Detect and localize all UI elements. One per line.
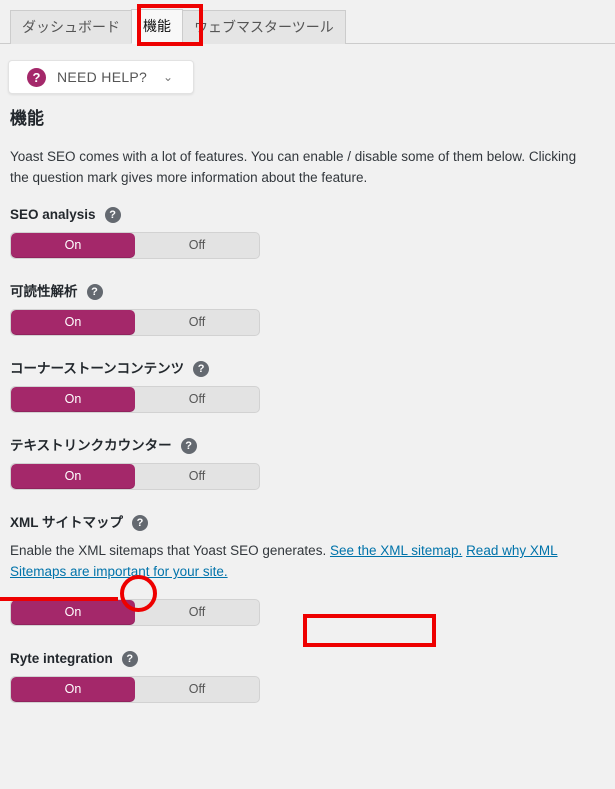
toggle-text-link-counter[interactable]: On Off xyxy=(10,463,260,490)
tab-dashboard[interactable]: ダッシュボード xyxy=(10,10,132,44)
features-page-content: 機能 Yoast SEO comes with a lot of feature… xyxy=(10,108,590,713)
chevron-down-icon: ⌄ xyxy=(162,70,173,84)
toggle-option-off[interactable]: Off xyxy=(135,310,259,335)
feature-cornerstone-content: コーナーストーンコンテンツ ? On Off xyxy=(10,360,590,413)
help-icon[interactable]: ? xyxy=(86,284,103,300)
toggle-xml-sitemaps[interactable]: On Off xyxy=(10,599,260,626)
toggle-option-on[interactable]: On xyxy=(11,600,135,625)
toggle-option-off[interactable]: Off xyxy=(135,600,259,625)
help-icon[interactable]: ? xyxy=(132,515,149,531)
toggle-option-off[interactable]: Off xyxy=(135,677,259,702)
feature-xml-sitemaps: XML サイトマップ ? Enable the XML sitemaps tha… xyxy=(10,514,590,626)
toggle-option-on[interactable]: On xyxy=(11,310,135,335)
feature-label-row: テキストリンクカウンター ? xyxy=(10,437,590,455)
xml-sitemaps-desc-text: Enable the XML sitemaps that Yoast SEO g… xyxy=(10,543,327,558)
feature-seo-analysis: SEO analysis ? On Off xyxy=(10,206,590,259)
toggle-ryte-integration[interactable]: On Off xyxy=(10,676,260,703)
tab-webmaster-tools[interactable]: ウェブマスターツール xyxy=(182,10,346,44)
need-help-label: NEED HELP? xyxy=(57,69,148,85)
feature-title: コーナーストーンコンテンツ xyxy=(10,361,185,376)
feature-title: XML サイトマップ xyxy=(10,515,124,530)
feature-title: Ryte integration xyxy=(10,651,113,666)
help-icon[interactable]: ? xyxy=(180,438,197,454)
toggle-option-off[interactable]: Off xyxy=(135,233,259,258)
help-icon[interactable]: ? xyxy=(121,651,138,667)
toggle-option-on[interactable]: On xyxy=(11,387,135,412)
need-help-button[interactable]: ? NEED HELP? ⌄ xyxy=(8,60,194,94)
feature-title: SEO analysis xyxy=(10,207,96,222)
toggle-seo-analysis[interactable]: On Off xyxy=(10,232,260,259)
toggle-cornerstone-content[interactable]: On Off xyxy=(10,386,260,413)
question-mark-icon: ? xyxy=(27,67,46,87)
see-xml-sitemap-link[interactable]: See the XML sitemap. xyxy=(330,543,462,558)
tab-list: ダッシュボード 機能 ウェブマスターツール xyxy=(10,9,346,44)
toggle-option-off[interactable]: Off xyxy=(135,464,259,489)
feature-ryte-integration: Ryte integration ? On Off xyxy=(10,650,590,703)
feature-label-row: SEO analysis ? xyxy=(10,206,590,224)
toggle-readability-analysis[interactable]: On Off xyxy=(10,309,260,336)
feature-label-row: XML サイトマップ ? xyxy=(10,514,590,532)
page-title: 機能 xyxy=(10,109,44,128)
toggle-option-off[interactable]: Off xyxy=(135,387,259,412)
feature-title: 可読性解析 xyxy=(10,284,78,299)
help-icon[interactable]: ? xyxy=(104,207,121,223)
feature-readability-analysis: 可読性解析 ? On Off xyxy=(10,283,590,336)
toggle-option-on[interactable]: On xyxy=(11,677,135,702)
tab-features[interactable]: 機能 xyxy=(131,9,183,44)
feature-label-row: 可読性解析 ? xyxy=(10,283,590,301)
help-icon[interactable]: ? xyxy=(193,361,210,377)
feature-title: テキストリンクカウンター xyxy=(10,438,172,453)
toggle-option-on[interactable]: On xyxy=(11,464,135,489)
toggle-option-on[interactable]: On xyxy=(11,233,135,258)
tab-bar: ダッシュボード 機能 ウェブマスターツール xyxy=(0,0,615,44)
feature-label-row: コーナーストーンコンテンツ ? xyxy=(10,360,590,378)
feature-label-row: Ryte integration ? xyxy=(10,650,590,668)
feature-text-link-counter: テキストリンクカウンター ? On Off xyxy=(10,437,590,490)
page-intro-text: Yoast SEO comes with a lot of features. … xyxy=(10,149,577,185)
xml-sitemaps-description: Enable the XML sitemaps that Yoast SEO g… xyxy=(10,540,586,582)
